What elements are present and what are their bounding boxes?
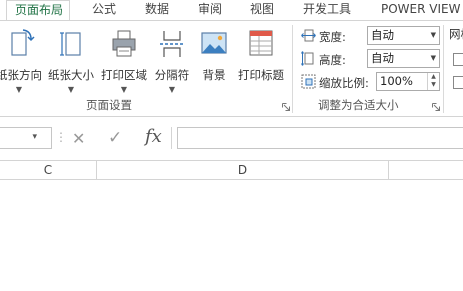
chevron-down-icon: ▼ [120,85,128,94]
width-icon [301,29,316,42]
ribbon-panel: 纸张方向 ▼ 纸张大小 ▼ 打印区域 ▼ 分隔符 ▼ 背景 打印标题 页面设置 … [0,20,463,117]
print-titles-button[interactable]: 打印标题 [234,27,288,109]
spin-down-icon[interactable]: ▼ [428,81,439,89]
background-button[interactable]: 背景 [196,27,232,109]
column-header-d[interactable]: D [97,161,388,179]
name-box[interactable]: ▾ [0,127,52,149]
spin-up-icon[interactable]: ▲ [428,73,439,81]
column-divider[interactable] [388,161,389,179]
tab-page-layout[interactable]: 页面布局 [6,0,70,21]
group-separator [443,25,444,113]
orientation-icon [11,29,35,56]
tab-view[interactable]: 视图 [250,0,274,20]
height-select[interactable]: 自动 ▼ [367,49,440,68]
orientation-label: 纸张方向 [0,68,42,82]
column-headers: C D [0,160,463,180]
chevron-down-icon: ▼ [15,85,23,94]
scale-label: 缩放比例: [319,76,369,90]
gridlines-print-checkbox[interactable] [453,76,463,89]
print-area-icon [112,30,136,57]
scale-value: 100% [380,74,413,88]
tab-data[interactable]: 数据 [145,0,169,20]
gridlines-label: 网格 [449,27,463,41]
width-label: 宽度: [319,30,346,44]
formula-input[interactable] [177,127,463,149]
enter-icon[interactable]: ✓ [108,128,122,148]
formula-divider [171,127,172,149]
breaks-icon [160,31,184,57]
gridlines-view-checkbox[interactable] [453,53,463,66]
group-separator [292,25,293,113]
tab-review[interactable]: 审阅 [198,0,222,20]
worksheet-grid[interactable] [0,180,463,291]
chevron-down-icon: ▼ [430,31,436,39]
paper-size-label: 纸张大小 [48,68,94,82]
tab-power-view[interactable]: POWER VIEW [381,0,460,20]
width-select[interactable]: 自动 ▼ [367,26,440,45]
width-row: 宽度: 自动 ▼ [300,26,445,46]
chevron-down-icon: ▼ [430,54,436,62]
width-value: 自动 [371,28,394,42]
chevron-down-icon: ▼ [67,85,75,94]
tab-formulas[interactable]: 公式 [92,0,116,20]
breaks-button[interactable]: 分隔符 ▼ [151,27,193,109]
background-icon [201,32,227,54]
print-titles-label: 打印标题 [238,68,284,82]
dialog-launcher-icon[interactable] [432,103,440,111]
height-row: 高度: 自动 ▼ [300,49,445,69]
height-value: 自动 [371,51,394,65]
dialog-launcher-icon[interactable] [282,103,290,111]
page-setup-group-label: 页面设置 [86,98,132,112]
scale-to-fit-group-label: 调整为合适大小 [318,98,399,112]
height-label: 高度: [319,53,346,67]
formula-bar: ▾ ⋮ ✕ ✓ fx [0,124,463,154]
scale-row: 缩放比例: 100% ▲ ▼ [300,72,445,92]
print-area-label: 打印区域 [101,68,147,82]
paper-size-icon [60,32,81,56]
print-titles-icon [249,30,273,56]
spinner-buttons[interactable]: ▲ ▼ [427,73,439,90]
insert-function-icon[interactable]: fx [145,126,162,147]
scale-spinner[interactable]: 100% ▲ ▼ [376,72,440,91]
background-label: 背景 [202,68,226,82]
orientation-button[interactable]: 纸张方向 ▼ [0,27,44,109]
height-icon [301,51,314,66]
chevron-down-icon: ▼ [168,85,176,94]
formula-bar-grip[interactable]: ⋮ [55,130,67,144]
cancel-icon[interactable]: ✕ [72,129,85,148]
scale-icon [301,74,316,89]
tab-developer[interactable]: 开发工具 [303,0,351,20]
ribbon-tab-bar: 页面布局 公式 数据 审阅 视图 开发工具 POWER VIEW [0,0,463,21]
breaks-label: 分隔符 [154,68,190,82]
column-header-c[interactable]: C [0,161,96,179]
chevron-down-icon[interactable]: ▾ [32,132,37,142]
